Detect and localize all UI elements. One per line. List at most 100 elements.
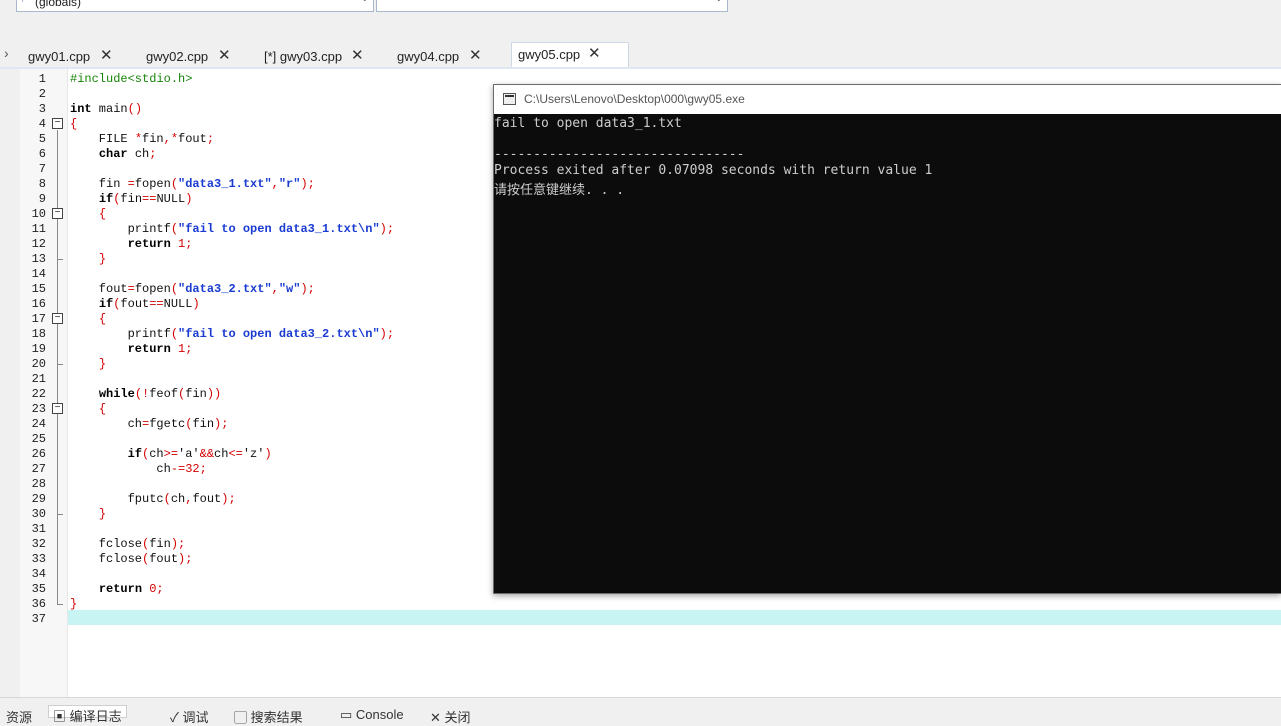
line-number: 7 xyxy=(38,162,46,176)
tab-label: 调试 xyxy=(182,710,209,725)
line-number: 35 xyxy=(31,582,46,596)
code-line: fclose(fin); xyxy=(70,537,186,551)
console-line: fail to open data3_1.txt xyxy=(494,116,682,131)
fold-guide-end xyxy=(57,514,63,515)
close-icon[interactable]: ✕ xyxy=(100,46,113,64)
line-number: 25 xyxy=(31,432,46,446)
tab-gwy03[interactable]: [*] gwy03.cpp ✕ xyxy=(264,45,374,68)
line-number: 16 xyxy=(31,297,46,311)
line-number: 6 xyxy=(38,147,46,161)
code-line: return 0; xyxy=(98,582,164,596)
code-line: if(fout==NULL) xyxy=(98,297,200,311)
line-number: 32 xyxy=(31,537,46,551)
code-line: fout=fopen("data3_2.txt","w"); xyxy=(70,282,315,296)
code-line: { xyxy=(98,207,107,221)
line-number: 1 xyxy=(38,72,46,86)
close-icon[interactable]: ✕ xyxy=(469,46,482,64)
tab-label: gwy05.cpp xyxy=(518,47,581,62)
line-number: 24 xyxy=(31,417,46,431)
line-number: 29 xyxy=(31,492,46,506)
scope-combo[interactable]: ⁝ (globals) ⌄ xyxy=(16,0,374,12)
tab-gwy01[interactable]: gwy01.cpp ✕ xyxy=(28,45,138,68)
tab-label: gwy01.cpp xyxy=(28,49,91,64)
code-line: } xyxy=(98,357,107,371)
code-line: fin =fopen("data3_1.txt","r"); xyxy=(70,177,315,191)
line-number-gutter: − − − − 1 2 3 4 5 6 7 8 9 10 11 12 13 14 15 16 17 18 19 20 2… xyxy=(20,69,68,697)
tab-console[interactable]: ▭ Console xyxy=(340,707,404,723)
console-window[interactable]: C:\Users\Lenovo\Desktop\000\gwy05.exe fa… xyxy=(493,84,1281,594)
tab-label: Console xyxy=(355,707,404,722)
line-number: 37 xyxy=(31,612,46,626)
code-line: printf("fail to open data3_1.txt\n"); xyxy=(70,222,395,236)
console-line: 请按任意键继续. . . xyxy=(494,183,625,198)
scope-marker-icon: ⁝ xyxy=(21,0,24,5)
code-line: } xyxy=(98,252,107,266)
code-line: } xyxy=(70,597,78,611)
fold-toggle-icon[interactable]: − xyxy=(52,313,63,324)
line-number: 11 xyxy=(31,222,46,236)
code-line: while(!feof(fin)) xyxy=(98,387,222,401)
line-number: 14 xyxy=(31,267,46,281)
line-number: 15 xyxy=(31,282,46,296)
tab-label: 搜索结果 xyxy=(250,710,303,725)
console-icon xyxy=(503,93,516,105)
code-line: if(ch>='a'&&ch<='z') xyxy=(127,447,272,461)
line-number: 18 xyxy=(31,327,46,341)
line-number: 26 xyxy=(31,447,46,461)
code-line: return 1; xyxy=(127,342,193,356)
tab-gwy02[interactable]: gwy02.cpp ✕ xyxy=(146,45,256,68)
close-icon[interactable]: ✕ xyxy=(351,46,364,64)
console-title: C:\Users\Lenovo\Desktop\000\gwy05.exe xyxy=(524,92,745,106)
console-tab-icon: ▭ xyxy=(340,707,356,722)
line-number: 9 xyxy=(38,192,46,206)
fold-toggle-icon[interactable]: − xyxy=(52,118,63,129)
debug-icon: ✓ xyxy=(170,710,183,725)
fold-toggle-icon[interactable]: − xyxy=(52,403,63,414)
fold-guide xyxy=(57,130,58,604)
console-titlebar[interactable]: C:\Users\Lenovo\Desktop\000\gwy05.exe xyxy=(494,85,1281,114)
fold-guide-end xyxy=(57,604,63,605)
member-combo[interactable]: ⌄ xyxy=(376,0,728,12)
tab-label: gwy04.cpp xyxy=(397,49,460,64)
tab-gwy05[interactable]: gwy05.cpp ✕ xyxy=(511,42,629,68)
code-line: } xyxy=(98,507,107,521)
line-number: 27 xyxy=(31,462,46,476)
code-line: { xyxy=(98,312,107,326)
tab-label: [*] gwy03.cpp xyxy=(264,49,343,64)
line-number: 4 xyxy=(38,117,46,131)
line-number: 12 xyxy=(31,237,46,251)
file-tabs: › gwy01.cpp ✕ gwy02.cpp ✕ [*] gwy03.cpp … xyxy=(0,42,1281,68)
line-number: 23 xyxy=(31,402,46,416)
tab-label: gwy02.cpp xyxy=(146,49,209,64)
console-separator: -------------------------------- xyxy=(494,147,745,162)
close-icon: ✕ xyxy=(430,710,445,725)
tab-compile-log[interactable]: ▣ 编译日志 xyxy=(48,705,127,724)
line-number: 31 xyxy=(31,522,46,536)
line-number: 36 xyxy=(31,597,46,611)
close-icon[interactable]: ✕ xyxy=(218,46,231,64)
line-number: 3 xyxy=(38,102,46,116)
tab-gwy04[interactable]: gwy04.cpp ✕ xyxy=(397,45,507,68)
code-line: if(fin==NULL) xyxy=(98,192,193,206)
line-number: 2 xyxy=(38,87,46,101)
code-line: fputc(ch,fout); xyxy=(70,492,236,506)
line-number: 10 xyxy=(31,207,46,221)
line-number: 20 xyxy=(31,357,46,371)
fold-toggle-icon[interactable]: − xyxy=(52,208,63,219)
current-line-highlight xyxy=(68,610,1281,625)
search-results-icon: ▢ xyxy=(234,710,251,725)
close-icon[interactable]: ✕ xyxy=(588,44,601,62)
code-line: ch-=32; xyxy=(70,462,207,476)
line-number: 30 xyxy=(31,507,46,521)
fold-guide-end xyxy=(57,364,63,365)
chevron-right-icon[interactable]: › xyxy=(4,45,9,61)
line-number: 34 xyxy=(31,567,46,581)
bottom-panel-tabs: 资源 ▣ 编译日志 ✓ 调试 ▢ 搜索结果 ▭ Console ✕ 关闭 xyxy=(0,697,1281,725)
line-number: 19 xyxy=(31,342,46,356)
toolbar: ⁝ (globals) ⌄ ⌄ xyxy=(0,0,1281,42)
line-number: 8 xyxy=(38,177,46,191)
tab-label: 关闭 xyxy=(444,710,471,725)
code-line: fclose(fout); xyxy=(70,552,193,566)
line-number: 21 xyxy=(31,372,46,386)
code-line: { xyxy=(98,402,107,416)
